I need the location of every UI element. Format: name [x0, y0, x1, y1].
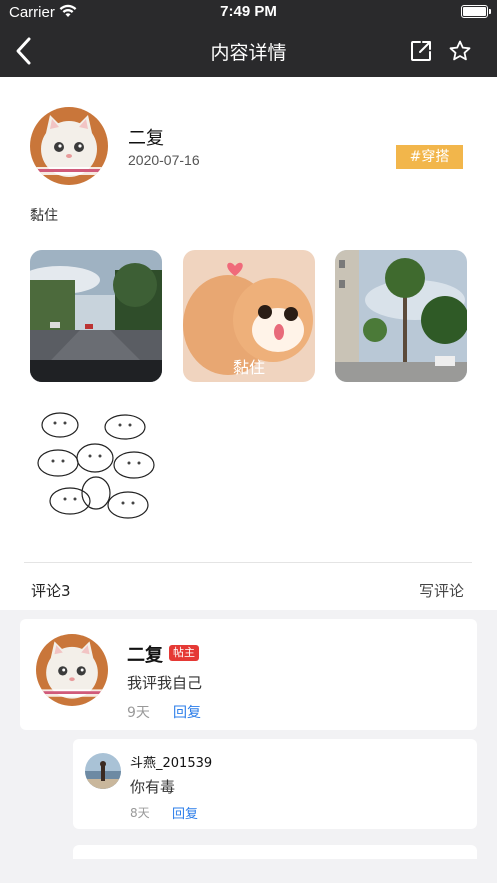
cat-avatar-icon: [30, 107, 108, 185]
cat-avatar-icon: [36, 634, 108, 706]
post-date: 2020-07-16: [128, 152, 200, 168]
divider: [24, 562, 472, 563]
post-author[interactable]: 二复: [128, 124, 164, 150]
comment-time: 9天: [127, 705, 150, 721]
street-photo[interactable]: [30, 250, 162, 382]
comment-card: 二复 帖主 我评我自己 9天 回复: [20, 619, 477, 730]
post-text: 黏住: [30, 208, 58, 224]
write-comment-button[interactable]: 写评论: [419, 580, 464, 601]
bottom-strip: [0, 859, 497, 883]
photo-caption: 黏住: [232, 358, 265, 377]
comment-text: 我评我自己: [127, 674, 203, 692]
share-icon[interactable]: [409, 39, 433, 63]
comments-count: 评论3: [31, 582, 71, 600]
comment-author[interactable]: 二复: [127, 641, 163, 667]
host-badge: 帖主: [169, 645, 199, 661]
comment-reply-button[interactable]: 回复: [173, 702, 201, 722]
battery-icon: [461, 5, 491, 18]
sketch-photo[interactable]: [30, 403, 162, 535]
commenter-avatar[interactable]: [36, 634, 108, 706]
post-tag[interactable]: #穿搭: [396, 145, 463, 169]
beach-avatar-icon: [85, 753, 121, 789]
clock: 7:49 PM: [220, 3, 277, 20]
reply-time: 8天: [130, 806, 150, 820]
reply-reply-button[interactable]: 回复: [172, 803, 198, 822]
reply-author[interactable]: 斗燕_201539: [130, 752, 212, 771]
star-icon[interactable]: [448, 39, 472, 63]
top-bar: Carrier 7:49 PM 内容详情: [0, 0, 497, 77]
author-avatar[interactable]: [30, 107, 108, 185]
reply-card: 斗燕_201539 你有毒 8天 回复: [73, 739, 477, 829]
replier-avatar[interactable]: [85, 753, 121, 789]
trees-photo[interactable]: [335, 250, 467, 382]
reply-text: 你有毒: [130, 778, 176, 796]
status-bar: Carrier 7:49 PM: [0, 0, 497, 26]
cats-photo[interactable]: 黏住: [183, 250, 315, 382]
nav-bar: 内容详情: [0, 26, 497, 77]
